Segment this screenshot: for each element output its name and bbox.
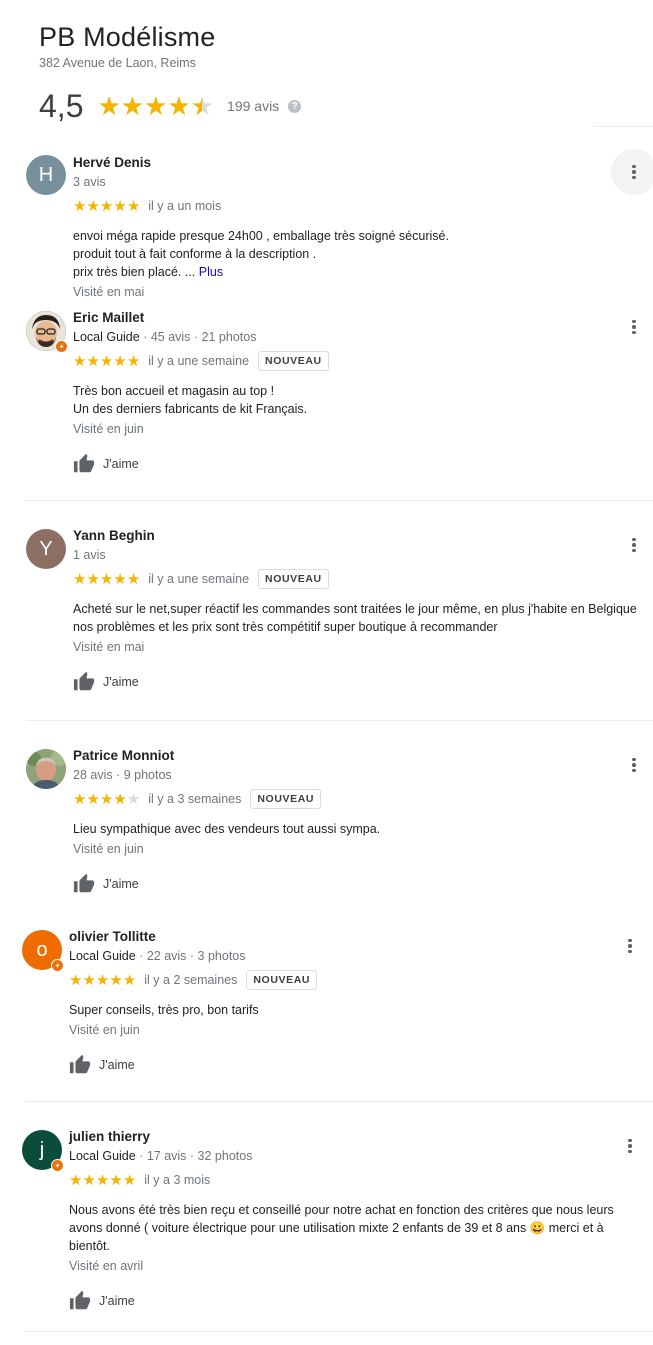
reviewer-meta: 28 avis · 9 photos <box>73 768 172 782</box>
thumbs-up-icon <box>73 671 95 691</box>
review-text: Nous avons été très bien reçu et conseil… <box>69 1203 614 1253</box>
reviewer-name[interactable]: julien thierry <box>69 1128 614 1146</box>
avatar[interactable] <box>26 749 66 789</box>
review-date: il y a 3 mois <box>144 1173 211 1187</box>
local-guide-badge-icon: ✦ <box>55 340 68 353</box>
like-button[interactable]: J'aime <box>69 1290 614 1312</box>
more-link[interactable]: Plus <box>199 265 223 279</box>
reviewer-meta: Local Guide · 22 avis · 3 photos <box>69 949 246 963</box>
reviewer-meta: Local Guide · 45 avis · 21 photos <box>73 330 257 344</box>
like-label: J'aime <box>103 877 139 891</box>
review-date: il y a un mois <box>148 199 222 213</box>
more-options-icon[interactable] <box>625 936 635 956</box>
new-badge: NOUVEAU <box>246 970 318 990</box>
reviewer-meta: 3 avis <box>73 175 106 189</box>
review-stars: ★★★★★ <box>73 352 141 370</box>
visit-date: Visité en avril <box>69 1259 144 1273</box>
divider <box>26 1331 653 1332</box>
visit-date: Visité en juin <box>69 1023 140 1037</box>
more-options-icon[interactable] <box>625 1136 635 1156</box>
reviewer-meta: 1 avis <box>73 548 106 562</box>
more-options-icon[interactable] <box>629 317 639 337</box>
review-count-link[interactable]: 199 avis <box>227 98 279 114</box>
avatar-initial: Y <box>39 537 53 560</box>
business-header: PB Modélisme 382 Avenue de Laon, Reims <box>39 22 215 70</box>
avatar-initial: j <box>39 1138 45 1161</box>
review-stars: ★★★★★ <box>73 790 141 808</box>
like-button[interactable]: J'aime <box>73 873 380 895</box>
thumbs-up-icon <box>73 453 95 473</box>
review-text: Super conseils, très pro, bon tarifs <box>69 1003 259 1017</box>
divider <box>26 500 653 501</box>
reviewer-name[interactable]: Hervé Denis <box>73 154 449 172</box>
like-button[interactable]: J'aime <box>69 1054 317 1076</box>
review-stars: ★★★★★ <box>69 971 137 989</box>
avatar[interactable]: Y <box>26 529 66 569</box>
reviewer-meta: Local Guide · 17 avis · 32 photos <box>69 1149 253 1163</box>
avatar[interactable]: ✦ <box>26 311 68 353</box>
rating-value: 4,5 <box>39 87 84 124</box>
new-badge: NOUVEAU <box>258 351 329 371</box>
rating-summary: 4,5 ★★★★★★★★★★ 199 avis ? <box>39 86 302 126</box>
new-badge: NOUVEAU <box>258 569 329 589</box>
like-label: J'aime <box>99 1058 135 1072</box>
review-stars: ★★★★★ <box>69 1171 137 1189</box>
review-text: envoi méga rapide presque 24h00 , emball… <box>73 229 449 279</box>
business-address: 382 Avenue de Laon, Reims <box>39 56 196 70</box>
thumbs-up-icon <box>69 1054 91 1074</box>
avatar-initial: H <box>38 163 54 186</box>
review-date: il y a une semaine <box>148 354 250 368</box>
thumbs-up-icon <box>73 873 95 893</box>
reviewer-name[interactable]: Patrice Monniot <box>73 747 380 765</box>
like-label: J'aime <box>99 1294 135 1308</box>
avatar[interactable]: o ✦ <box>22 930 64 972</box>
reviewer-name[interactable]: olivier Tollitte <box>69 928 317 946</box>
reviewer-name[interactable]: Yann Beghin <box>73 527 637 545</box>
review-stars: ★★★★★ <box>73 570 141 588</box>
business-name: PB Modélisme <box>39 22 216 52</box>
more-options-icon[interactable] <box>629 162 639 182</box>
divider <box>26 720 653 721</box>
review-date: il y a 3 semaines <box>148 792 242 806</box>
local-guide-badge-icon: ✦ <box>51 1159 64 1172</box>
visit-date: Visité en juin <box>73 842 144 856</box>
thumbs-up-icon <box>69 1290 91 1310</box>
avatar[interactable]: H <box>26 155 66 195</box>
divider <box>26 1101 653 1102</box>
avatar[interactable]: j ✦ <box>22 1130 64 1172</box>
like-button[interactable]: J'aime <box>73 671 637 693</box>
visit-date: Visité en mai <box>73 640 145 654</box>
help-icon[interactable]: ? <box>288 99 302 113</box>
visit-date: Visité en juin <box>73 422 144 436</box>
review-text: Très bon accueil et magasin au top ! Un … <box>73 384 308 416</box>
like-label: J'aime <box>103 457 139 471</box>
avatar-initial: o <box>36 938 48 961</box>
review-stars: ★★★★★ <box>73 197 141 215</box>
reviewer-name[interactable]: Eric Maillet <box>73 309 329 327</box>
new-badge: NOUVEAU <box>250 789 322 809</box>
review-date: il y a 2 semaines <box>144 973 238 987</box>
review-date: il y a une semaine <box>148 572 250 586</box>
divider <box>593 126 653 127</box>
rating-stars: ★★★★★★★★★★ <box>97 91 215 121</box>
local-guide-badge-icon: ✦ <box>51 959 64 972</box>
like-label: J'aime <box>103 675 139 689</box>
review-text: Lieu sympathique avec des vendeurs tout … <box>73 822 381 836</box>
more-options-icon[interactable] <box>629 755 639 775</box>
like-button[interactable]: J'aime <box>73 453 329 475</box>
visit-date: Visité en mai <box>73 285 145 299</box>
review-text: Acheté sur le net,super réactif les comm… <box>73 602 637 634</box>
